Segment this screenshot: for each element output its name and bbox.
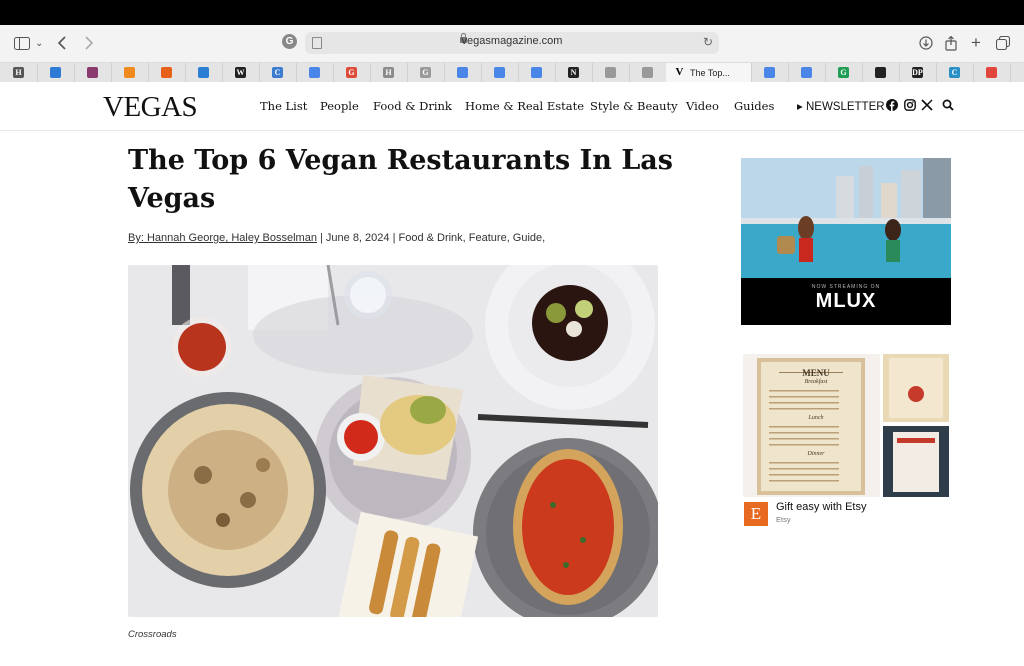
grammarly-icon[interactable]: G [282,34,297,49]
forward-icon[interactable] [84,34,93,52]
tab-favicon [605,67,616,78]
tab-favicon [161,67,172,78]
tab[interactable] [788,63,826,82]
tab[interactable] [111,63,149,82]
sidebar-toggle-icon[interactable] [14,34,30,52]
back-icon[interactable] [58,34,67,52]
chevron-down-icon[interactable]: ⌄ [35,34,43,52]
tab-active[interactable]: V The Top... [666,63,752,82]
web-page: VEGAS The List People Food & Drink Home … [0,82,1024,666]
tab[interactable] [481,63,519,82]
share-icon[interactable] [945,34,957,52]
tab-favicon: G [420,67,431,78]
menu-section-dinner: Dinner [807,451,825,457]
new-tab-icon[interactable]: + [971,33,981,52]
image-caption: Crossroads [128,629,177,640]
etsy-ad[interactable]: ▷✕ [741,354,951,528]
menu-title: MENU [802,368,830,378]
tab-favicon: DP [912,67,923,78]
facebook-icon[interactable] [886,99,898,111]
tab[interactable] [148,63,186,82]
etsy-logo: E [744,502,768,526]
site-header: VEGAS The List People Food & Drink Home … [0,82,1024,131]
tab-favicon: G [346,67,357,78]
reload-icon[interactable]: ↻ [703,35,713,49]
tab-favicon [875,67,886,78]
tab-favicon [801,67,812,78]
tab[interactable]: H [370,63,408,82]
tab-favicon: H [383,67,394,78]
browser-toolbar: ⌄ G vegasmagazine.com ↻ + [0,25,1024,63]
download-icon[interactable] [919,34,933,52]
menu-section-lunch: Lunch [808,415,824,421]
nav-people[interactable]: People [320,99,359,113]
x-icon[interactable] [921,99,933,111]
tab-favicon: H [13,67,24,78]
tab[interactable]: G [825,63,863,82]
tab[interactable] [592,63,630,82]
tab[interactable]: G [333,63,371,82]
tab[interactable]: W [222,63,260,82]
article-title: The Top 6 Vegan Restaurants In Las Vegas [128,145,673,214]
nav-style-beauty[interactable]: Style & Beauty [590,99,678,113]
newsletter-link[interactable]: ▸ NEWSLETTER [797,99,885,113]
menu-bar [0,0,1024,25]
hero-image [128,265,658,617]
nav-guides[interactable]: Guides [734,99,774,113]
tab[interactable] [629,63,667,82]
tab-label: The Top... [690,67,730,78]
tab[interactable] [973,63,1011,82]
tab-favicon [50,67,61,78]
nav-video[interactable]: Video [686,99,719,113]
tab-favicon [198,67,209,78]
tab[interactable]: C [936,63,974,82]
tab-favicon: C [272,67,283,78]
tab-favicon: V [675,66,684,78]
address-bar[interactable]: vegasmagazine.com ↻ [305,32,719,54]
tab-favicon [986,67,997,78]
tab-favicon: G [838,67,849,78]
tab[interactable] [296,63,334,82]
mlux-logo: MLUX [815,290,877,312]
url-host: vegasmagazine.com [461,35,563,47]
etsy-advertiser: Etsy [776,515,791,524]
tab-favicon [494,67,505,78]
tab[interactable] [74,63,112,82]
tab[interactable] [185,63,223,82]
tab-favicon [87,67,98,78]
tab-favicon [531,67,542,78]
tab-favicon: W [235,67,246,78]
tab[interactable]: G [407,63,445,82]
tab[interactable] [751,63,789,82]
tab-favicon [642,67,653,78]
etsy-headline[interactable]: Gift easy with Etsy [776,501,866,513]
mlux-ad[interactable]: NOW STREAMING ON MLUX [741,158,951,325]
tab[interactable] [862,63,900,82]
site-logo[interactable]: VEGAS [103,91,198,124]
tab-overview-icon[interactable] [996,34,1010,52]
tab-strip: H W C G H G N V The Top... G DP C [0,63,1024,83]
tab-favicon: N [568,67,579,78]
tab-favicon [124,67,135,78]
tab-favicon [457,67,468,78]
byline-meta: | June 8, 2024 | Food & Drink, Feature, … [316,232,546,244]
tab[interactable] [37,63,75,82]
tab[interactable]: DP [899,63,937,82]
tab[interactable] [518,63,556,82]
byline: By: Hannah George, Haley Bosselman | Jun… [128,232,545,244]
byline-authors[interactable]: By: Hannah George, Haley Bosselman [128,232,317,244]
tab-favicon [309,67,320,78]
tab[interactable]: N [555,63,593,82]
nav-the-list[interactable]: The List [260,99,307,113]
tab-favicon: C [949,67,960,78]
menu-section-breakfast: Breakfast [804,379,828,385]
instagram-icon[interactable] [904,99,916,111]
tab[interactable]: H [0,63,38,82]
tab[interactable]: C [259,63,297,82]
tab-favicon [764,67,775,78]
nav-home-real-estate[interactable]: Home & Real Estate [465,99,584,113]
search-icon[interactable] [942,99,954,111]
nav-food-drink[interactable]: Food & Drink [373,99,452,113]
tab[interactable] [444,63,482,82]
